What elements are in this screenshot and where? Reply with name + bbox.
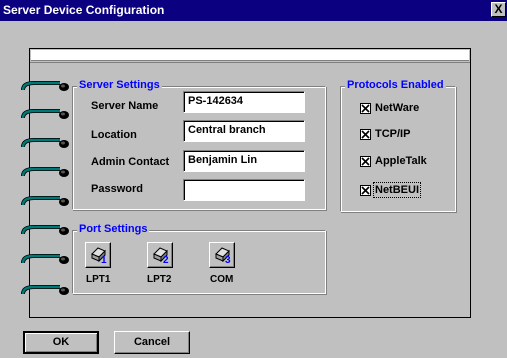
port-number: 2 [163, 255, 169, 266]
close-button[interactable]: X [491, 2, 506, 17]
location-label: Location [91, 129, 137, 141]
title-bar: Server Device Configuration X [0, 0, 507, 21]
port-number: 3 [225, 255, 231, 266]
appletalk-checkbox[interactable] [360, 156, 371, 167]
checkmark-icon [361, 130, 370, 139]
notebook-ring-icon [20, 196, 70, 208]
ok-button[interactable]: OK [23, 331, 99, 354]
notebook-divider [30, 62, 470, 63]
server-settings-title: Server Settings [77, 79, 162, 91]
port-com-label: COM [210, 274, 234, 285]
port-com-button[interactable]: 3 [209, 242, 235, 268]
port-lpt2-label: LPT2 [147, 274, 172, 285]
tcpip-checkbox[interactable] [360, 129, 371, 140]
port-settings-title: Port Settings [77, 223, 150, 235]
checkmark-icon [361, 186, 370, 195]
password-field[interactable] [183, 179, 305, 201]
notebook-ring-icon [20, 285, 70, 297]
checkmark-icon [361, 104, 370, 113]
port-lpt2-button[interactable]: 2 [147, 242, 173, 268]
password-label: Password [91, 183, 143, 195]
port-number: 1 [101, 255, 107, 266]
port-lpt1-label: LPT1 [86, 274, 111, 285]
server-name-field[interactable]: PS-142634 [183, 91, 305, 113]
window-title: Server Device Configuration [3, 3, 165, 17]
netware-label: NetWare [375, 102, 420, 114]
notebook-ring-icon [20, 138, 70, 150]
notebook-ring-icon [20, 167, 70, 179]
admin-contact-field[interactable]: Benjamin Lin [183, 150, 305, 172]
location-field[interactable]: Central branch [183, 120, 305, 142]
notebook-ring-icon [20, 225, 70, 237]
notebook-ring-icon [20, 109, 70, 121]
cancel-button[interactable]: Cancel [114, 331, 190, 354]
admin-contact-label: Admin Contact [91, 156, 170, 168]
server-name-label: Server Name [91, 100, 159, 112]
protocols-title: Protocols Enabled [345, 79, 446, 91]
checkmark-icon [361, 157, 370, 166]
netbeui-checkbox[interactable] [360, 185, 371, 196]
notebook-header-strip [31, 50, 469, 61]
notebook-ring-icon [20, 254, 70, 266]
netbeui-label: NetBEUI [372, 182, 422, 198]
netware-checkbox[interactable] [360, 103, 371, 114]
port-lpt1-button[interactable]: 1 [85, 242, 111, 268]
tcpip-label: TCP/IP [375, 128, 411, 140]
notebook-ring-icon [20, 81, 70, 93]
appletalk-label: AppleTalk [375, 155, 427, 167]
